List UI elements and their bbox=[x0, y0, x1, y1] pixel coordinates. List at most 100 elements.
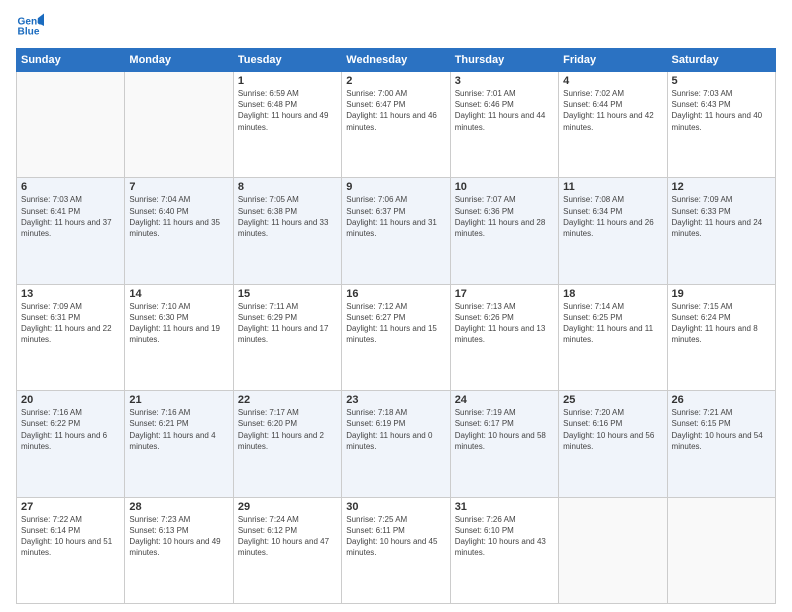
calendar-cell: 24Sunrise: 7:19 AM Sunset: 6:17 PM Dayli… bbox=[450, 391, 558, 497]
calendar-cell: 31Sunrise: 7:26 AM Sunset: 6:10 PM Dayli… bbox=[450, 497, 558, 603]
cell-details: Sunrise: 7:06 AM Sunset: 6:37 PM Dayligh… bbox=[346, 194, 445, 239]
day-number: 24 bbox=[455, 394, 554, 406]
day-number: 5 bbox=[672, 75, 771, 87]
day-number: 8 bbox=[238, 181, 337, 193]
day-number: 18 bbox=[563, 288, 662, 300]
cell-details: Sunrise: 7:12 AM Sunset: 6:27 PM Dayligh… bbox=[346, 301, 445, 346]
calendar-cell: 21Sunrise: 7:16 AM Sunset: 6:21 PM Dayli… bbox=[125, 391, 233, 497]
cell-details: Sunrise: 7:14 AM Sunset: 6:25 PM Dayligh… bbox=[563, 301, 662, 346]
cell-details: Sunrise: 7:16 AM Sunset: 6:21 PM Dayligh… bbox=[129, 407, 228, 452]
weekday-header-sunday: Sunday bbox=[17, 49, 125, 72]
calendar-cell bbox=[17, 72, 125, 178]
day-number: 30 bbox=[346, 501, 445, 513]
calendar-cell: 17Sunrise: 7:13 AM Sunset: 6:26 PM Dayli… bbox=[450, 284, 558, 390]
day-number: 23 bbox=[346, 394, 445, 406]
day-number: 22 bbox=[238, 394, 337, 406]
cell-details: Sunrise: 7:25 AM Sunset: 6:11 PM Dayligh… bbox=[346, 514, 445, 559]
calendar-week-row: 13Sunrise: 7:09 AM Sunset: 6:31 PM Dayli… bbox=[17, 284, 776, 390]
cell-details: Sunrise: 7:19 AM Sunset: 6:17 PM Dayligh… bbox=[455, 407, 554, 452]
day-number: 1 bbox=[238, 75, 337, 87]
cell-details: Sunrise: 7:00 AM Sunset: 6:47 PM Dayligh… bbox=[346, 88, 445, 133]
calendar-cell: 11Sunrise: 7:08 AM Sunset: 6:34 PM Dayli… bbox=[559, 178, 667, 284]
weekday-header-monday: Monday bbox=[125, 49, 233, 72]
cell-details: Sunrise: 7:01 AM Sunset: 6:46 PM Dayligh… bbox=[455, 88, 554, 133]
general-blue-logo-icon: General Blue bbox=[16, 12, 44, 40]
calendar-cell: 7Sunrise: 7:04 AM Sunset: 6:40 PM Daylig… bbox=[125, 178, 233, 284]
calendar-week-row: 6Sunrise: 7:03 AM Sunset: 6:41 PM Daylig… bbox=[17, 178, 776, 284]
calendar-cell: 29Sunrise: 7:24 AM Sunset: 6:12 PM Dayli… bbox=[233, 497, 341, 603]
day-number: 26 bbox=[672, 394, 771, 406]
weekday-header-tuesday: Tuesday bbox=[233, 49, 341, 72]
calendar-cell: 3Sunrise: 7:01 AM Sunset: 6:46 PM Daylig… bbox=[450, 72, 558, 178]
cell-details: Sunrise: 7:17 AM Sunset: 6:20 PM Dayligh… bbox=[238, 407, 337, 452]
logo: General Blue bbox=[16, 12, 48, 40]
calendar-cell: 23Sunrise: 7:18 AM Sunset: 6:19 PM Dayli… bbox=[342, 391, 450, 497]
calendar-cell bbox=[125, 72, 233, 178]
day-number: 4 bbox=[563, 75, 662, 87]
cell-details: Sunrise: 7:07 AM Sunset: 6:36 PM Dayligh… bbox=[455, 194, 554, 239]
day-number: 21 bbox=[129, 394, 228, 406]
calendar-cell: 28Sunrise: 7:23 AM Sunset: 6:13 PM Dayli… bbox=[125, 497, 233, 603]
day-number: 12 bbox=[672, 181, 771, 193]
weekday-header-saturday: Saturday bbox=[667, 49, 775, 72]
day-number: 15 bbox=[238, 288, 337, 300]
calendar-cell: 16Sunrise: 7:12 AM Sunset: 6:27 PM Dayli… bbox=[342, 284, 450, 390]
day-number: 28 bbox=[129, 501, 228, 513]
cell-details: Sunrise: 7:03 AM Sunset: 6:43 PM Dayligh… bbox=[672, 88, 771, 133]
cell-details: Sunrise: 7:15 AM Sunset: 6:24 PM Dayligh… bbox=[672, 301, 771, 346]
calendar-cell: 13Sunrise: 7:09 AM Sunset: 6:31 PM Dayli… bbox=[17, 284, 125, 390]
cell-details: Sunrise: 7:26 AM Sunset: 6:10 PM Dayligh… bbox=[455, 514, 554, 559]
page: General Blue SundayMondayTuesdayWednesda… bbox=[0, 0, 792, 612]
weekday-header-wednesday: Wednesday bbox=[342, 49, 450, 72]
day-number: 20 bbox=[21, 394, 120, 406]
day-number: 17 bbox=[455, 288, 554, 300]
calendar-cell: 9Sunrise: 7:06 AM Sunset: 6:37 PM Daylig… bbox=[342, 178, 450, 284]
calendar-cell: 4Sunrise: 7:02 AM Sunset: 6:44 PM Daylig… bbox=[559, 72, 667, 178]
cell-details: Sunrise: 7:05 AM Sunset: 6:38 PM Dayligh… bbox=[238, 194, 337, 239]
weekday-header-row: SundayMondayTuesdayWednesdayThursdayFrid… bbox=[17, 49, 776, 72]
calendar-cell: 19Sunrise: 7:15 AM Sunset: 6:24 PM Dayli… bbox=[667, 284, 775, 390]
cell-details: Sunrise: 7:04 AM Sunset: 6:40 PM Dayligh… bbox=[129, 194, 228, 239]
calendar-cell bbox=[559, 497, 667, 603]
calendar-cell: 10Sunrise: 7:07 AM Sunset: 6:36 PM Dayli… bbox=[450, 178, 558, 284]
header: General Blue bbox=[16, 12, 776, 40]
calendar-cell: 18Sunrise: 7:14 AM Sunset: 6:25 PM Dayli… bbox=[559, 284, 667, 390]
calendar-cell: 15Sunrise: 7:11 AM Sunset: 6:29 PM Dayli… bbox=[233, 284, 341, 390]
day-number: 25 bbox=[563, 394, 662, 406]
calendar-cell: 22Sunrise: 7:17 AM Sunset: 6:20 PM Dayli… bbox=[233, 391, 341, 497]
cell-details: Sunrise: 7:02 AM Sunset: 6:44 PM Dayligh… bbox=[563, 88, 662, 133]
day-number: 16 bbox=[346, 288, 445, 300]
cell-details: Sunrise: 7:18 AM Sunset: 6:19 PM Dayligh… bbox=[346, 407, 445, 452]
calendar-cell: 5Sunrise: 7:03 AM Sunset: 6:43 PM Daylig… bbox=[667, 72, 775, 178]
calendar-week-row: 1Sunrise: 6:59 AM Sunset: 6:48 PM Daylig… bbox=[17, 72, 776, 178]
calendar-table: SundayMondayTuesdayWednesdayThursdayFrid… bbox=[16, 48, 776, 604]
calendar-week-row: 27Sunrise: 7:22 AM Sunset: 6:14 PM Dayli… bbox=[17, 497, 776, 603]
cell-details: Sunrise: 7:13 AM Sunset: 6:26 PM Dayligh… bbox=[455, 301, 554, 346]
cell-details: Sunrise: 7:10 AM Sunset: 6:30 PM Dayligh… bbox=[129, 301, 228, 346]
calendar-cell: 12Sunrise: 7:09 AM Sunset: 6:33 PM Dayli… bbox=[667, 178, 775, 284]
cell-details: Sunrise: 7:11 AM Sunset: 6:29 PM Dayligh… bbox=[238, 301, 337, 346]
day-number: 31 bbox=[455, 501, 554, 513]
day-number: 11 bbox=[563, 181, 662, 193]
cell-details: Sunrise: 6:59 AM Sunset: 6:48 PM Dayligh… bbox=[238, 88, 337, 133]
calendar-cell: 27Sunrise: 7:22 AM Sunset: 6:14 PM Dayli… bbox=[17, 497, 125, 603]
cell-details: Sunrise: 7:08 AM Sunset: 6:34 PM Dayligh… bbox=[563, 194, 662, 239]
calendar-cell: 8Sunrise: 7:05 AM Sunset: 6:38 PM Daylig… bbox=[233, 178, 341, 284]
day-number: 9 bbox=[346, 181, 445, 193]
calendar-cell: 6Sunrise: 7:03 AM Sunset: 6:41 PM Daylig… bbox=[17, 178, 125, 284]
day-number: 3 bbox=[455, 75, 554, 87]
day-number: 19 bbox=[672, 288, 771, 300]
calendar-cell: 26Sunrise: 7:21 AM Sunset: 6:15 PM Dayli… bbox=[667, 391, 775, 497]
calendar-cell: 20Sunrise: 7:16 AM Sunset: 6:22 PM Dayli… bbox=[17, 391, 125, 497]
weekday-header-thursday: Thursday bbox=[450, 49, 558, 72]
cell-details: Sunrise: 7:24 AM Sunset: 6:12 PM Dayligh… bbox=[238, 514, 337, 559]
calendar-cell: 2Sunrise: 7:00 AM Sunset: 6:47 PM Daylig… bbox=[342, 72, 450, 178]
cell-details: Sunrise: 7:21 AM Sunset: 6:15 PM Dayligh… bbox=[672, 407, 771, 452]
day-number: 29 bbox=[238, 501, 337, 513]
cell-details: Sunrise: 7:23 AM Sunset: 6:13 PM Dayligh… bbox=[129, 514, 228, 559]
cell-details: Sunrise: 7:09 AM Sunset: 6:33 PM Dayligh… bbox=[672, 194, 771, 239]
day-number: 2 bbox=[346, 75, 445, 87]
calendar-cell: 14Sunrise: 7:10 AM Sunset: 6:30 PM Dayli… bbox=[125, 284, 233, 390]
calendar-cell: 1Sunrise: 6:59 AM Sunset: 6:48 PM Daylig… bbox=[233, 72, 341, 178]
weekday-header-friday: Friday bbox=[559, 49, 667, 72]
